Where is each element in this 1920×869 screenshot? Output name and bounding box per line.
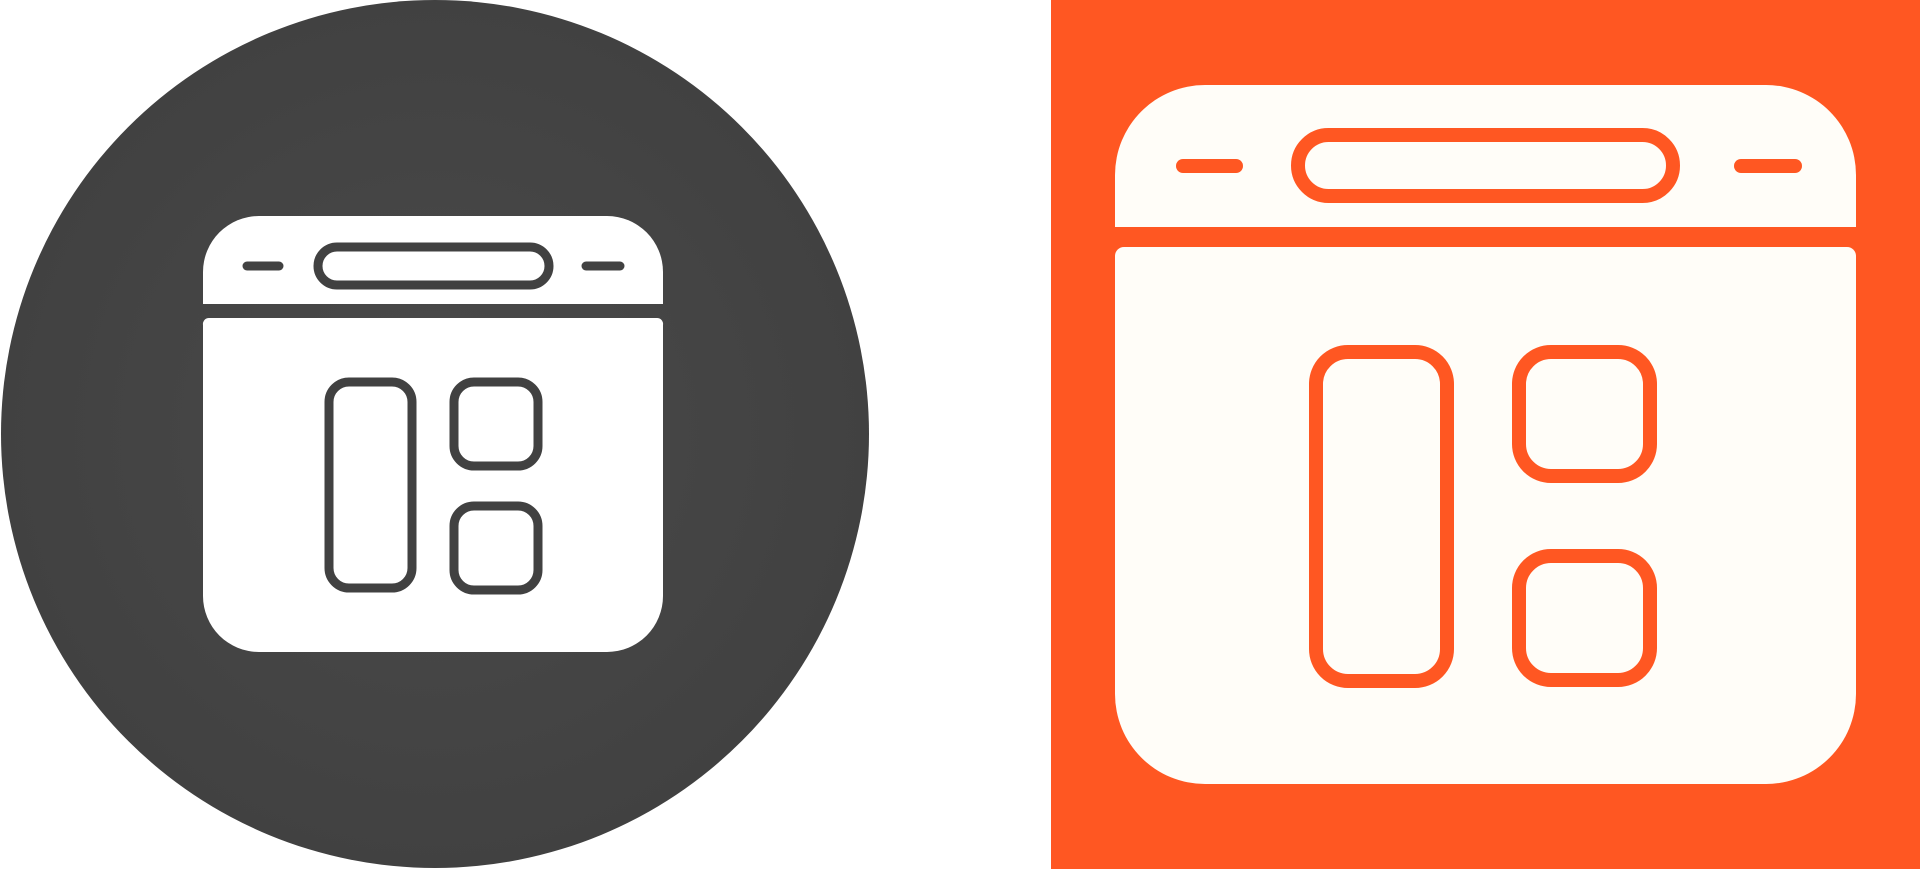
browser-window-body [202,317,664,652]
browser-layout-icon [1,0,869,868]
browser-window-body [1115,247,1856,784]
browser-title-bar [1115,85,1856,227]
browser-title-bar [203,216,663,304]
orange-square-variant [1051,0,1920,869]
dark-circle-variant [0,0,870,869]
icon-preview-canvas [0,0,1920,869]
browser-layout-icon [1051,0,1920,869]
